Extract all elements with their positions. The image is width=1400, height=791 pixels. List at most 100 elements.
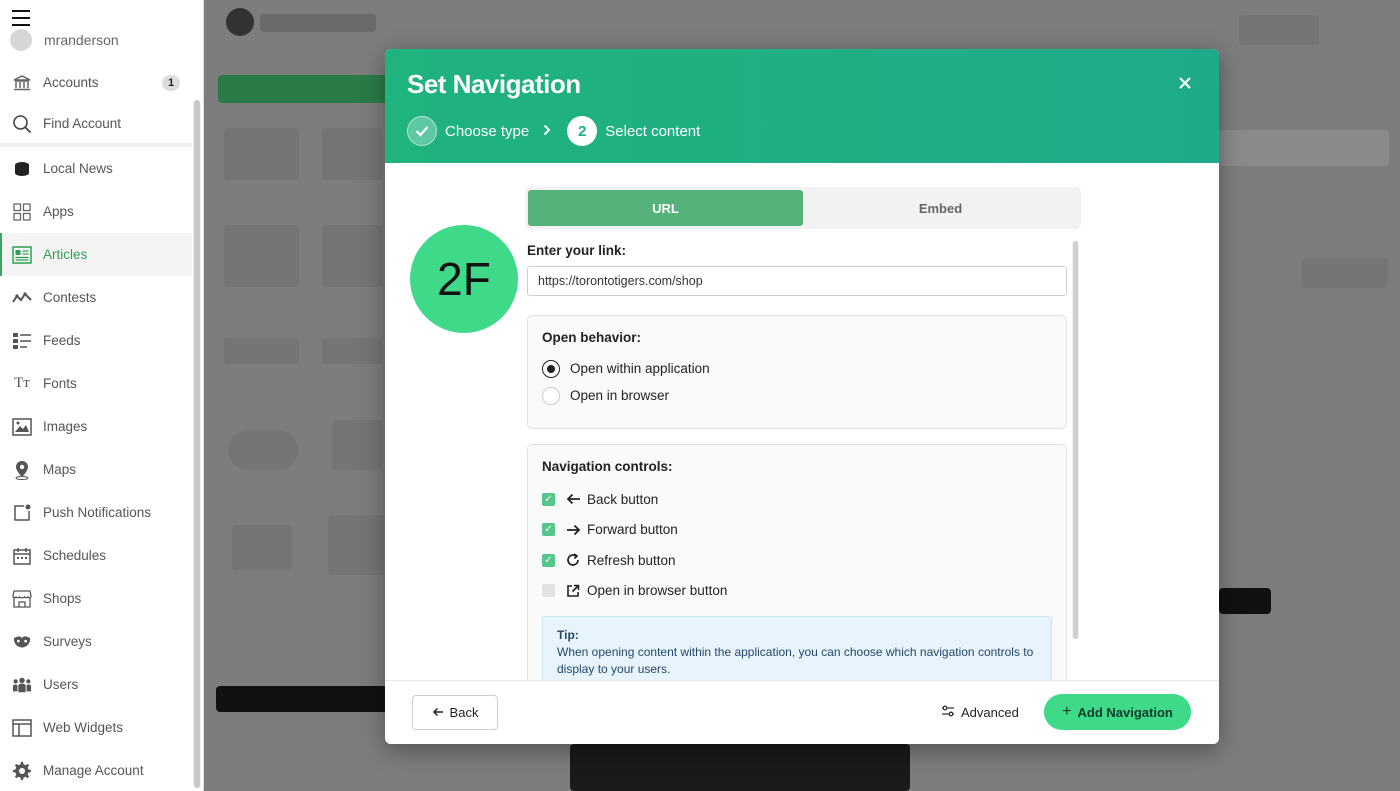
- chevron-right-icon: [543, 123, 551, 139]
- checkbox-checked[interactable]: ✓: [542, 492, 555, 506]
- sidebar-item-web-widgets[interactable]: Web Widgets: [0, 706, 192, 749]
- sidebar-item-apps[interactable]: Apps: [0, 190, 192, 233]
- control-open-in-browser-button[interactable]: Open in browser button: [542, 576, 1052, 607]
- tab-url[interactable]: URL: [528, 190, 803, 226]
- sidebar-item-label: Accounts: [43, 75, 99, 90]
- arrow-left-icon: [432, 705, 444, 720]
- radio-button-selected[interactable]: [542, 359, 560, 378]
- sidebar-item-label: Contests: [43, 290, 97, 305]
- step-done-check-icon: [407, 116, 437, 146]
- feeds-icon: [12, 331, 32, 351]
- sidebar-item-schedules[interactable]: Schedules: [0, 534, 192, 577]
- radio-label: Open within application: [570, 361, 710, 376]
- radio-button[interactable]: [542, 386, 560, 405]
- sidebar: mranderson Accounts 1 Find Account Local…: [0, 0, 204, 791]
- sidebar-item-surveys[interactable]: Surveys: [0, 620, 192, 663]
- bg-tile: [322, 225, 382, 287]
- gear-icon: [12, 761, 32, 781]
- bg-green-bar: [218, 75, 388, 103]
- web-widget-icon: [12, 718, 32, 738]
- navigation-controls-title: Navigation controls:: [542, 459, 673, 474]
- step-label-choose-type[interactable]: Choose type: [445, 123, 529, 140]
- bank-icon: [12, 73, 32, 93]
- radio-open-in-browser[interactable]: Open in browser: [542, 382, 1052, 409]
- bg-app-title: [260, 14, 376, 32]
- bg-logo: [226, 8, 254, 36]
- sidebar-item-push-notifications[interactable]: Push Notifications: [0, 491, 192, 534]
- sidebar-item-feeds[interactable]: Feeds: [0, 319, 192, 362]
- sidebar-item-maps[interactable]: Maps: [0, 448, 192, 491]
- tab-embed[interactable]: Embed: [803, 190, 1078, 226]
- plus-icon: +: [1062, 703, 1072, 720]
- shop-icon: [12, 589, 32, 609]
- control-label: Refresh button: [587, 552, 676, 568]
- bg-tabs: [1219, 130, 1389, 166]
- sidebar-item-fonts[interactable]: Tт Fonts: [0, 362, 192, 405]
- tip-text: When opening content within the applicat…: [557, 645, 1034, 676]
- add-navigation-button[interactable]: + Add Navigation: [1044, 694, 1191, 730]
- sidebar-item-local-news[interactable]: Local News: [0, 147, 192, 190]
- sidebar-item-contests[interactable]: Contests: [0, 276, 192, 319]
- back-button-label: Back: [449, 705, 479, 720]
- control-label: Back button: [587, 491, 659, 507]
- sidebar-item-articles[interactable]: Articles: [0, 233, 192, 276]
- sidebar-item-accounts[interactable]: Accounts 1: [0, 61, 192, 104]
- url-form: Enter your link: Open behavior: Open wit…: [527, 238, 1067, 680]
- image-icon: [12, 417, 32, 437]
- sidebar-item-label: Surveys: [43, 634, 92, 649]
- avatar: [10, 29, 32, 51]
- control-refresh-button[interactable]: ✓ Refresh button: [542, 545, 1052, 576]
- bg-tile: [228, 430, 298, 470]
- notification-icon: [12, 503, 32, 523]
- content-scrollbar-thumb[interactable]: [1073, 241, 1078, 639]
- advanced-button[interactable]: Advanced: [941, 695, 1019, 730]
- radio-open-within-app[interactable]: Open within application: [542, 355, 1052, 382]
- bg-tile: [224, 225, 299, 287]
- control-forward-button[interactable]: ✓ Forward button: [542, 515, 1052, 546]
- control-back-button[interactable]: ✓ Back button: [542, 484, 1052, 515]
- bg-dark-button: [1219, 588, 1271, 614]
- sidebar-item-find-account[interactable]: Find Account: [0, 104, 192, 147]
- link-label: Enter your link:: [527, 243, 627, 258]
- menu-icon[interactable]: [12, 10, 30, 26]
- open-behavior-panel: Open behavior: Open within application O…: [527, 315, 1067, 429]
- sidebar-item-users[interactable]: Users: [0, 663, 192, 706]
- checkbox-checked[interactable]: ✓: [542, 553, 555, 567]
- modal-title: Set Navigation: [407, 69, 581, 99]
- modal-footer: Back Advanced + Add Navigation: [385, 680, 1219, 744]
- back-button[interactable]: Back: [412, 695, 498, 730]
- step-label-select-content: Select content: [605, 122, 701, 140]
- arrow-left-icon: [565, 493, 581, 505]
- checkbox-unchecked[interactable]: [542, 584, 555, 598]
- sidebar-nav: Accounts 1 Find Account Local News Apps: [0, 61, 192, 791]
- sidebar-item-label: Web Widgets: [43, 720, 124, 735]
- external-link-icon: [565, 584, 581, 598]
- sidebar-item-manage-account[interactable]: Manage Account: [0, 749, 192, 791]
- calendar-icon: [12, 546, 32, 566]
- link-input[interactable]: [527, 266, 1067, 296]
- open-behavior-title: Open behavior:: [542, 330, 642, 345]
- username: mranderson: [44, 32, 119, 48]
- sidebar-item-label: Local News: [43, 161, 113, 176]
- surveys-icon: [12, 632, 32, 652]
- search-icon: [12, 114, 32, 134]
- sidebar-scrollbar-thumb[interactable]: [194, 100, 200, 788]
- sidebar-item-images[interactable]: Images: [0, 405, 192, 448]
- checkbox-checked[interactable]: ✓: [542, 523, 555, 537]
- bg-dark-bar: [216, 686, 388, 712]
- bg-dark-preview: [570, 744, 910, 791]
- articles-icon: [12, 245, 32, 265]
- sidebar-item-shops[interactable]: Shops: [0, 577, 192, 620]
- sidebar-item-label: Feeds: [43, 333, 81, 348]
- users-icon: [12, 675, 32, 695]
- content-type-tabs: URL Embed: [525, 187, 1081, 229]
- stepper: Choose type 2 Select content: [407, 116, 700, 146]
- user-row[interactable]: mranderson: [10, 29, 119, 51]
- bg-tile: [224, 338, 299, 364]
- control-label: Forward button: [587, 522, 678, 538]
- sidebar-item-label: Manage Account: [43, 763, 144, 778]
- sidebar-item-label: Schedules: [43, 548, 107, 563]
- close-icon[interactable]: [1177, 75, 1193, 91]
- sidebar-item-label: Images: [43, 419, 88, 434]
- sidebar-item-label: Fonts: [43, 376, 77, 391]
